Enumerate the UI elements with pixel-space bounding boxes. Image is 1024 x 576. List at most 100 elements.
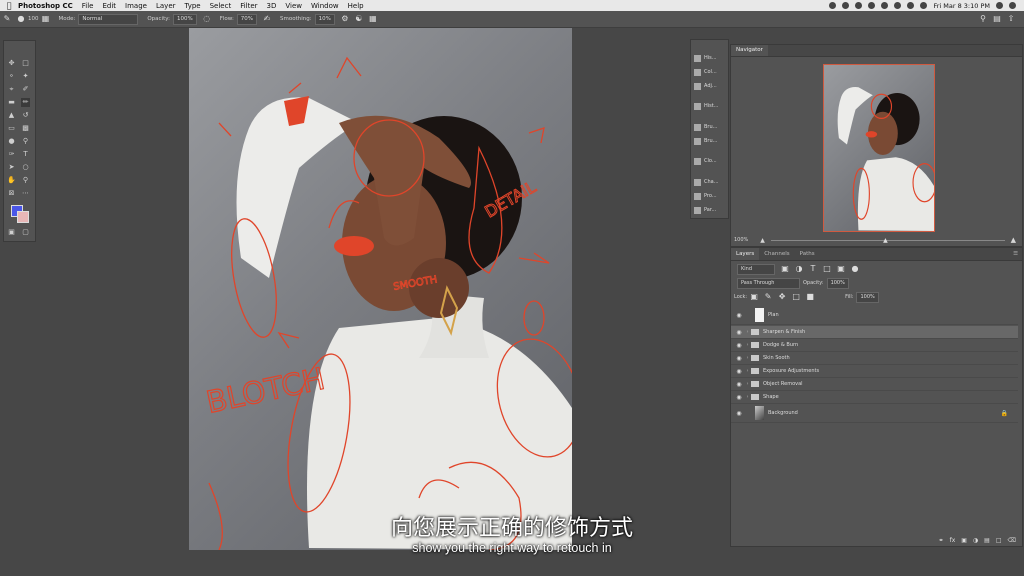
brushes-panel-button[interactable]: Bru... — [694, 122, 728, 132]
expand-caret-icon[interactable]: › — [744, 381, 751, 387]
layer-name[interactable]: Object Removal — [763, 381, 803, 387]
character-panel-button[interactable]: Cha... — [694, 177, 728, 187]
expand-caret-icon[interactable]: › — [744, 355, 751, 361]
menu-3d[interactable]: 3D — [267, 2, 277, 10]
menu-file[interactable]: File — [82, 2, 94, 10]
eye-icon[interactable]: ◉ — [734, 394, 744, 401]
eye-icon[interactable]: ◉ — [734, 368, 744, 375]
eyedropper-tool-icon[interactable]: ✐ — [21, 85, 30, 94]
status-icon[interactable] — [855, 2, 863, 9]
gear-icon[interactable]: ⚙ — [341, 15, 349, 23]
menu-help[interactable]: Help — [348, 2, 364, 10]
app-menu[interactable]: Photoshop CC — [18, 2, 73, 10]
layer-row[interactable]: ◉ › Sharpen & Finish — [731, 326, 1018, 339]
hand-tool-icon[interactable]: ✋ — [7, 176, 16, 185]
more-tools-icon[interactable]: ⋯ — [21, 189, 30, 198]
magic-wand-tool-icon[interactable]: ✦ — [21, 72, 30, 81]
eye-icon[interactable]: ◉ — [734, 312, 744, 319]
marquee-tool-icon[interactable]: □ — [21, 59, 30, 68]
path-select-tool-icon[interactable]: ➤ — [7, 163, 16, 172]
search-icon[interactable]: ⚲ — [979, 15, 987, 23]
volume-icon[interactable] — [907, 2, 915, 9]
eye-icon[interactable]: ◉ — [734, 329, 744, 336]
zoom-tool-icon[interactable]: ⚲ — [21, 176, 30, 185]
flow-field[interactable]: 70% — [236, 13, 258, 25]
tab-layers[interactable]: Layers — [731, 248, 760, 260]
layer-kind-filter[interactable]: Kind — [737, 263, 775, 275]
menubar-clock[interactable]: Fri Mar 8 3:10 PM — [933, 2, 990, 10]
filter-smart-object-icon[interactable]: ▣ — [837, 265, 845, 273]
status-icon[interactable] — [842, 2, 850, 9]
layer-name[interactable]: Sharpen & Finish — [763, 329, 805, 335]
panel-menu-icon[interactable]: ☰ — [1013, 251, 1018, 257]
move-tool-icon[interactable]: ✥ — [7, 59, 16, 68]
menu-image[interactable]: Image — [125, 2, 147, 10]
zoom-in-icon[interactable]: ▲ — [1011, 236, 1016, 244]
symmetry-options-icon[interactable]: ▦ — [369, 15, 377, 23]
tab-channels[interactable]: Channels — [759, 248, 794, 260]
lock-position-icon[interactable]: ✥ — [778, 293, 786, 301]
layer-name[interactable]: Exposure Adjustments — [763, 368, 819, 374]
airbrush-icon[interactable]: ✍ — [263, 15, 271, 23]
properties-panel-button[interactable]: Pro... — [694, 191, 728, 201]
blur-tool-icon[interactable]: ● — [7, 137, 16, 146]
filter-adjustment-icon[interactable]: ◑ — [795, 265, 803, 273]
control-center-icon[interactable] — [1009, 2, 1016, 9]
clone-stamp-tool-icon[interactable]: ▲ — [7, 111, 16, 120]
smoothing-field[interactable]: 10% — [314, 13, 335, 25]
document-canvas[interactable]: BLOTCH DETAIL SMOOTH — [189, 28, 572, 550]
menu-edit[interactable]: Edit — [102, 2, 116, 10]
adjustments-panel-button[interactable]: Adj... — [694, 81, 728, 91]
gradient-tool-icon[interactable]: ▩ — [21, 124, 30, 133]
brush-preset-icon[interactable]: ✎ — [3, 15, 11, 23]
layer-name[interactable]: Background — [768, 410, 798, 416]
dodge-tool-icon[interactable]: ⚲ — [21, 137, 30, 146]
eye-icon[interactable]: ◉ — [734, 381, 744, 388]
layer-row[interactable]: ◉ › Shape — [731, 391, 1018, 404]
tab-paths[interactable]: Paths — [795, 248, 820, 260]
navigator-zoom-slider[interactable]: ▲ — [770, 237, 1005, 244]
menu-window[interactable]: Window — [311, 2, 339, 10]
background-color-swatch[interactable] — [17, 211, 29, 223]
symmetry-icon[interactable]: ☯ — [355, 15, 363, 23]
layer-row[interactable]: ◉ › Exposure Adjustments — [731, 365, 1018, 378]
expand-caret-icon[interactable]: › — [744, 342, 751, 348]
layer-name[interactable]: Dodge & Burn — [763, 342, 798, 348]
brush-size-icon[interactable]: ● — [17, 15, 25, 23]
layer-name[interactable]: Shape — [763, 394, 779, 400]
lock-all-icon[interactable]: ■ — [806, 293, 814, 301]
layer-row[interactable]: ◉ Background 🔒 — [731, 404, 1018, 423]
clone-source-panel-button[interactable]: Clo... — [694, 156, 728, 166]
tab-navigator[interactable]: Navigator — [731, 45, 768, 56]
history-brush-tool-icon[interactable]: ↺ — [21, 111, 30, 120]
menu-type[interactable]: Type — [185, 2, 201, 10]
navigator-zoom-value[interactable]: 100% — [734, 237, 748, 243]
menu-layer[interactable]: Layer — [156, 2, 176, 10]
pressure-opacity-icon[interactable]: ◌ — [203, 15, 211, 23]
apple-icon[interactable]:  — [0, 1, 18, 10]
navigator-thumbnail[interactable] — [823, 64, 935, 232]
history-panel-button[interactable]: His... — [694, 53, 728, 63]
filter-type-icon[interactable]: T — [809, 265, 817, 273]
layer-row[interactable]: ◉ › Object Removal — [731, 378, 1018, 391]
brush-settings-icon[interactable]: ▦ — [42, 15, 50, 23]
lock-artboard-icon[interactable]: □ — [792, 293, 800, 301]
lasso-tool-icon[interactable]: ⚬ — [7, 72, 16, 81]
layer-row[interactable]: ◉ › Dodge & Burn — [731, 339, 1018, 352]
healing-brush-tool-icon[interactable]: ▬ — [7, 98, 16, 107]
spotlight-icon[interactable] — [996, 2, 1003, 9]
histogram-panel-button[interactable]: Hist... — [694, 101, 728, 111]
type-tool-icon[interactable]: T — [21, 150, 30, 159]
lock-image-icon[interactable]: ✎ — [764, 293, 772, 301]
eye-icon[interactable]: ◉ — [734, 355, 744, 362]
pen-tool-icon[interactable]: ✑ — [7, 150, 16, 159]
brush-settings-panel-button[interactable]: Bru... — [694, 136, 728, 146]
menu-select[interactable]: Select — [210, 2, 232, 10]
filter-shape-icon[interactable]: □ — [823, 265, 831, 273]
blend-mode-select[interactable]: Pass Through — [737, 277, 800, 289]
layer-opacity-field[interactable]: 100% — [826, 277, 849, 289]
share-icon[interactable]: ⇧ — [1007, 15, 1015, 23]
expand-caret-icon[interactable]: › — [744, 394, 751, 400]
eye-icon[interactable]: ◉ — [734, 410, 744, 417]
screen-mode-icon[interactable]: ▢ — [21, 228, 30, 237]
